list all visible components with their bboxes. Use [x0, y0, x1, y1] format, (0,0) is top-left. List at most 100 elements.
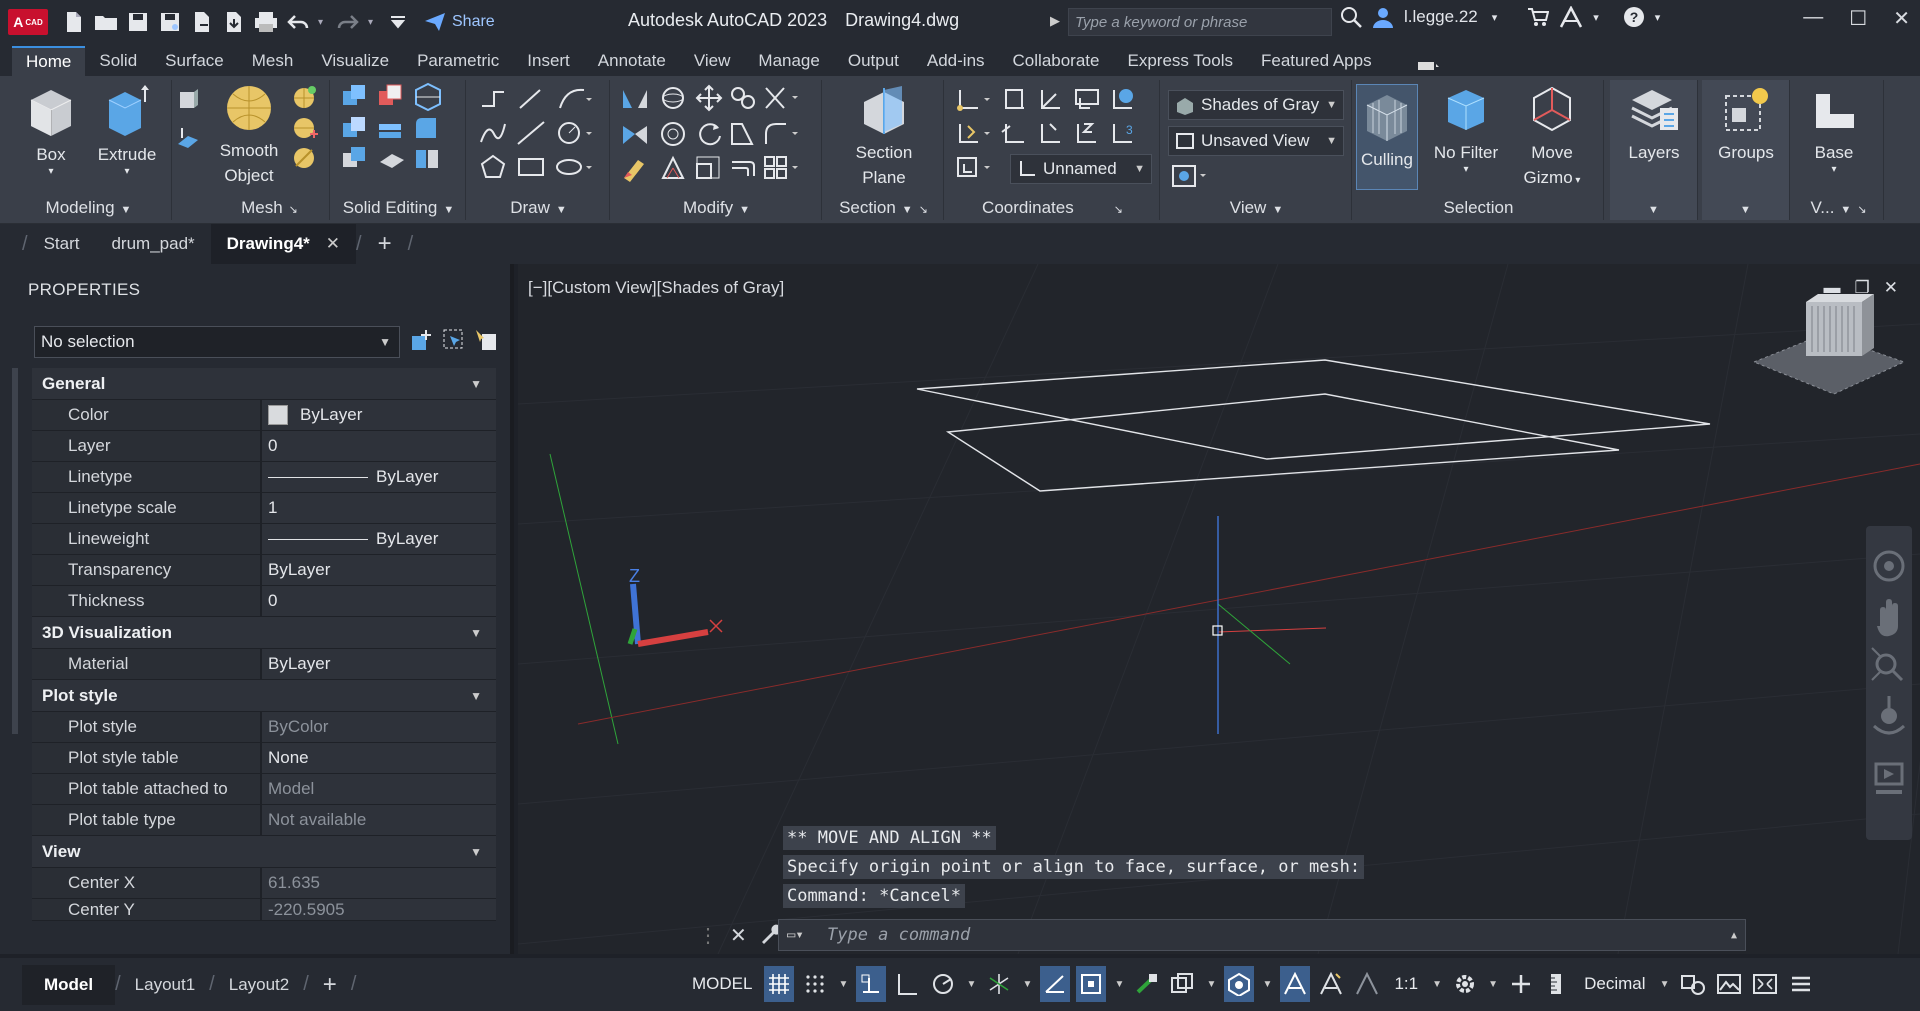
infer-constraints-toggle[interactable]: [856, 966, 887, 1002]
union-icon[interactable]: [340, 82, 370, 112]
visual-style-dropdown[interactable]: Shades of Gray ▼: [1168, 90, 1344, 120]
customization-menu-button[interactable]: [1786, 966, 1816, 1002]
user-icon[interactable]: [1372, 6, 1394, 28]
tab-manage[interactable]: Manage: [744, 46, 833, 76]
user-name[interactable]: l.legge.22: [1404, 7, 1478, 27]
grid-toggle[interactable]: [764, 966, 795, 1002]
show-lineweight-toggle[interactable]: [1132, 966, 1162, 1002]
ellipse-icon[interactable]: [556, 154, 592, 180]
ucs-view-icon[interactable]: [1072, 86, 1102, 112]
intersect-icon[interactable]: [340, 114, 370, 144]
move-icon[interactable]: [694, 84, 724, 112]
mirror-icon[interactable]: [620, 84, 650, 112]
polar-tracking-toggle[interactable]: [928, 966, 958, 1002]
mesh-refine-icon[interactable]: [290, 144, 318, 172]
circle-icon[interactable]: [556, 120, 592, 146]
property-row-linetype-scale[interactable]: Linetype scale 1: [32, 493, 496, 524]
collapse-chevron-icon[interactable]: ▼: [470, 845, 482, 859]
panel-title-coordinates[interactable]: Coordinates ↘: [946, 198, 1159, 218]
property-row-linetype[interactable]: Linetype ByLayer: [32, 462, 496, 493]
app-logo[interactable]: A CAD: [8, 9, 48, 35]
close-window-icon[interactable]: ✕: [1893, 6, 1910, 31]
tab-model[interactable]: Model: [22, 964, 116, 1005]
ucs-face-icon[interactable]: [1000, 86, 1030, 112]
3d-array-icon[interactable]: [658, 120, 688, 148]
polar-dropdown-icon[interactable]: ▼: [964, 979, 978, 990]
redo-dropdown-icon[interactable]: ▾: [368, 17, 378, 28]
file-tab-drawing4[interactable]: Drawing4* ✕: [210, 224, 357, 264]
units-dropdown-icon[interactable]: ▼: [1658, 979, 1672, 990]
property-row-color[interactable]: Color ByLayer: [32, 400, 496, 431]
property-row-lineweight[interactable]: Lineweight ByLayer: [32, 524, 496, 555]
panel-title-mesh[interactable]: Mesh ↘: [210, 198, 329, 218]
property-row-material[interactable]: Material ByLayer: [32, 649, 496, 680]
panel-title-modeling[interactable]: Modeling ▼: [6, 198, 171, 218]
tab-layout1[interactable]: Layout1: [121, 975, 210, 995]
share-button[interactable]: Share: [424, 12, 495, 32]
collapse-chevron-icon[interactable]: ▼: [470, 626, 482, 640]
select-objects-icon[interactable]: [442, 328, 466, 352]
panel-title-view[interactable]: View ▼: [1162, 198, 1351, 218]
auto-scale-toggle[interactable]: [1316, 966, 1346, 1002]
close-tab-icon[interactable]: ✕: [326, 234, 340, 254]
ucs-named-dropdown[interactable]: Unnamed ▼: [1010, 154, 1152, 184]
snap-dropdown-icon[interactable]: ▼: [836, 979, 850, 990]
3d-osnap-dropdown-icon[interactable]: ▼: [1260, 979, 1274, 990]
orbit-icon[interactable]: [1872, 696, 1906, 735]
viewport-minimize-icon[interactable]: ▬: [1824, 278, 1841, 298]
selection-dropdown[interactable]: No selection ▼: [34, 326, 400, 358]
new-file-icon[interactable]: [62, 10, 86, 34]
redo-icon[interactable]: [336, 10, 360, 34]
tab-layout2[interactable]: Layout2: [215, 975, 304, 995]
object-snap-tracking-toggle[interactable]: [1040, 966, 1071, 1002]
snap-mode-toggle[interactable]: [800, 966, 830, 1002]
tab-parametric[interactable]: Parametric: [403, 46, 513, 76]
3d-align-icon[interactable]: [728, 84, 758, 112]
tab-annotate[interactable]: Annotate: [584, 46, 680, 76]
3d-object-snap-toggle[interactable]: [1224, 966, 1255, 1002]
search-expand-icon[interactable]: ▶: [1050, 13, 1060, 29]
panel-title-section[interactable]: Section ▼ ↘: [824, 198, 943, 218]
search-icon[interactable]: [1340, 6, 1362, 28]
steering-wheel-icon[interactable]: [1873, 550, 1905, 582]
arc-icon[interactable]: [556, 86, 592, 112]
fillet-edge-icon[interactable]: [412, 114, 442, 144]
ucs-y-icon[interactable]: [1036, 120, 1066, 146]
polyline-icon[interactable]: [478, 86, 508, 112]
tab-output[interactable]: Output: [834, 46, 913, 76]
publish-icon[interactable]: [222, 10, 246, 34]
construction-line-icon[interactable]: [516, 120, 546, 146]
offset-icon[interactable]: [728, 154, 758, 182]
maximize-icon[interactable]: ☐: [1849, 6, 1867, 31]
section-plane-button[interactable]: Section Plane: [842, 84, 926, 190]
spline-icon[interactable]: [478, 120, 508, 146]
panel-title-selection[interactable]: Selection: [1354, 198, 1603, 218]
properties-title[interactable]: PROPERTIES: [0, 264, 510, 316]
tab-collaborate[interactable]: Collaborate: [999, 46, 1114, 76]
command-input[interactable]: ▭▾ Type a command ▲: [778, 919, 1746, 951]
rectangle-icon[interactable]: [516, 154, 546, 180]
annotation-monitor-button[interactable]: [1506, 966, 1536, 1002]
customize-qat-icon[interactable]: [386, 10, 410, 34]
help-icon[interactable]: ?: [1623, 6, 1645, 28]
smooth-object-button[interactable]: Smooth Object: [214, 82, 284, 188]
fillet-icon[interactable]: [762, 120, 798, 148]
ucs-object-icon[interactable]: [1036, 86, 1066, 112]
ortho-toggle[interactable]: [892, 966, 922, 1002]
ucs-world-icon[interactable]: [1108, 86, 1138, 112]
minimize-icon[interactable]: —: [1803, 6, 1823, 31]
extrude-button[interactable]: Extrude ▾: [90, 82, 164, 177]
print-icon[interactable]: [254, 10, 278, 34]
tab-surface[interactable]: Surface: [151, 46, 238, 76]
collapse-chevron-icon[interactable]: ▼: [470, 689, 482, 703]
file-tab-drum-pad[interactable]: drum_pad*: [95, 224, 210, 264]
property-row-layer[interactable]: Layer 0: [32, 431, 496, 462]
clean-screen-toggle[interactable]: [1750, 966, 1780, 1002]
annotation-scale-dropdown-icon[interactable]: ▼: [1430, 979, 1444, 990]
annotation-scale-icon-button[interactable]: [1352, 966, 1382, 1002]
undo-dropdown-icon[interactable]: ▾: [318, 17, 328, 28]
separate-icon[interactable]: [412, 144, 442, 174]
presspull-icon[interactable]: [174, 86, 202, 114]
mesh-sphere-icon[interactable]: [290, 84, 318, 112]
isodraft-toggle[interactable]: [984, 966, 1014, 1002]
